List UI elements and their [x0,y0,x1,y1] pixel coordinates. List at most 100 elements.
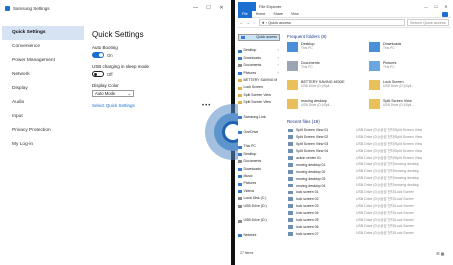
navigation-pane: Quick access Desktop ⊣ Downloads ⊣ Documents ⊣… [238,32,280,252]
sidebar-item[interactable]: Input [2,110,84,124]
nav-item[interactable]: USB Drive (D:) [238,217,280,224]
folder-tile[interactable]: Pictures This PC [367,61,449,77]
minimize-button[interactable]: — [189,2,202,14]
nav-item-label: OneDrive [243,129,259,134]
nav-item[interactable]: Split Screen View [238,99,280,106]
folder-tile[interactable]: BETTERY SAVING MODE USB Drive (D:)\Spli..… [285,80,367,96]
nav-item[interactable]: Lock Screen [238,84,280,91]
help-icon[interactable] [442,11,448,17]
image-file-icon [288,211,293,216]
file-path: USB Drive (D:)\삼성 전자\Split Screen View [356,155,423,160]
usb-charging-toggle[interactable]: Off [92,71,222,77]
image-file-icon [288,149,293,154]
recent-file-row[interactable]: Split Screen View 01 USB Drive (D:)\삼성 전자… [285,127,449,134]
recent-file-row[interactable]: lock screen 04 USB Drive (D:)\삼성 전자\Lock … [285,210,449,217]
sidebar-item[interactable]: Quick Settings [2,26,84,40]
sidebar-item[interactable]: Convenience [2,40,84,54]
frequent-folders-header[interactable]: Frequent folders (8) [287,34,449,39]
tab-home[interactable]: Home [252,12,270,16]
nav-item[interactable]: OneDrive [238,129,280,136]
explorer-title-bar: File Explorer — ☐ ✕ [238,2,451,11]
up-arrow-icon[interactable]: ↑ [252,21,257,25]
sidebar-item[interactable]: Privacy Protection [2,124,84,138]
search-input[interactable]: Search Quick access [407,19,449,26]
file-name: Split Screen View 02 [296,135,329,140]
recent-files-header[interactable]: Recent files (19) [287,119,449,124]
nav-item[interactable]: BETTERY SAVING M [238,77,280,84]
file-name: lock screen 07 [296,231,319,236]
sidebar-item[interactable]: Network [2,68,84,82]
display-color-select[interactable]: Auto Mode ⌄ [92,90,134,97]
recent-file-row[interactable]: moving desktop 03 USB Drive (D:)\삼성 전자\mo… [285,175,449,182]
toggle-switch[interactable] [92,52,104,58]
folder-location: USB Drive (D:)\Spli... [383,103,414,108]
tab-share[interactable]: Share [269,12,287,16]
recent-file-row[interactable]: lock screen 03 USB Drive (D:)\삼성 전자\Lock … [285,203,449,210]
nav-item[interactable]: Downloads [238,166,280,173]
view-toggle-icons[interactable]: ☰ ▦ [436,251,444,256]
recent-file-row[interactable]: lock screen 02 USB Drive (D:)\삼성 전자\Lock … [285,196,449,203]
recent-file-row[interactable]: action center 01 USB Drive (D:)\삼성 전자\Spl… [285,155,449,162]
nav-item[interactable]: Pictures [238,180,280,187]
recent-file-row[interactable]: lock screen 07 USB Drive (D:)\삼성 전자\Lock … [285,230,449,237]
image-file-icon [288,190,293,195]
sidebar-item[interactable]: Audio [2,96,84,110]
recent-file-row[interactable]: moving desktop 04 USB Drive (D:)\삼성 전자\mo… [285,182,449,189]
close-button[interactable]: ✕ [441,2,451,11]
recent-file-row[interactable]: Split Screen View 03 USB Drive (D:)\삼성 전자… [285,141,449,148]
folder-location: This PC [301,65,313,70]
folder-icon [238,93,242,97]
nav-item[interactable]: Downloads ⊣ [238,55,280,62]
file-name: moving desktop 03 [296,176,326,181]
window-title: Samsung Settings [13,5,50,11]
tab-view[interactable]: View [287,12,303,16]
status-bar: 27 items ☰ ▦ [240,251,444,256]
folder-tile[interactable]: Lock Screen USB Drive (D:)\Spli... [367,80,449,96]
maximize-button[interactable]: ☐ [202,2,215,14]
folder-tile[interactable]: moving desktop USB Drive (D:)\Spli... [285,99,367,115]
nav-item[interactable]: Documents ⊣ [238,62,280,69]
nav-item[interactable]: This PC [238,143,280,150]
nav-item[interactable]: Desktop [238,151,280,158]
close-button[interactable]: ✕ [215,2,228,14]
folder-tile[interactable]: Documents This PC [285,61,367,77]
recent-file-row[interactable]: lock screen 06 USB Drive (D:)\삼성 전자\Lock … [285,223,449,230]
minimize-button[interactable]: — [421,2,431,11]
file-name: Split Screen View 01 [296,128,329,133]
sidebar-item[interactable]: Display [2,82,84,96]
recent-file-row[interactable]: lock screen 01 USB Drive (D:)\삼성 전자\Lock … [285,189,449,196]
nav-item[interactable]: Split Screen View [238,92,280,99]
nav-item[interactable]: Quick access [238,34,280,42]
forward-arrow-icon[interactable]: → [245,21,252,25]
folder-icon [241,36,245,40]
nav-item[interactable]: Network [238,232,280,239]
toggle-switch[interactable] [92,71,104,77]
address-bar[interactable]: ★ › Quick access [258,19,405,26]
recent-file-row[interactable]: Split Screen View 04 USB Drive (D:)\삼성 전자… [285,148,449,155]
auto-booting-toggle[interactable]: On [92,52,222,58]
folder-tile[interactable]: Downloads This PC [367,42,449,58]
nav-item [238,210,280,217]
sidebar-item[interactable]: My Log-in [2,138,84,152]
nav-item[interactable]: Desktop ⊣ [238,47,280,54]
nav-item[interactable]: Music [238,173,280,180]
nav-item[interactable]: Samsung Link [238,114,280,121]
nav-item[interactable]: Pictures ⊣ [238,70,280,77]
sidebar-item[interactable]: Power Management [2,54,84,68]
nav-item[interactable]: Local Disk (C:) [238,195,280,202]
more-options-dots[interactable]: ••• [202,103,211,109]
tab-file[interactable]: File [238,10,252,18]
recent-file-row[interactable]: moving desktop 02 USB Drive (D:)\삼성 전자\mo… [285,168,449,175]
recent-file-row[interactable]: moving desktop 01 USB Drive (D:)\삼성 전자\mo… [285,161,449,168]
recent-file-row[interactable]: lock screen 05 USB Drive (D:)\삼성 전자\Lock … [285,217,449,224]
back-arrow-icon[interactable]: ← [238,21,245,25]
nav-item[interactable]: Videos [238,188,280,195]
page-title: Quick Settings [92,30,144,39]
nav-item[interactable]: USB Drive (D:) [238,203,280,210]
folder-tile[interactable]: Split Screen View USB Drive (D:)\Spli... [367,99,449,115]
folder-tile[interactable]: Desktop This PC [285,42,367,58]
nav-item[interactable]: Documents [238,158,280,165]
file-name: lock screen 06 [296,224,319,229]
recent-file-row[interactable]: Split Screen View 02 USB Drive (D:)\삼성 전자… [285,134,449,141]
maximize-button[interactable]: ☐ [431,2,441,11]
